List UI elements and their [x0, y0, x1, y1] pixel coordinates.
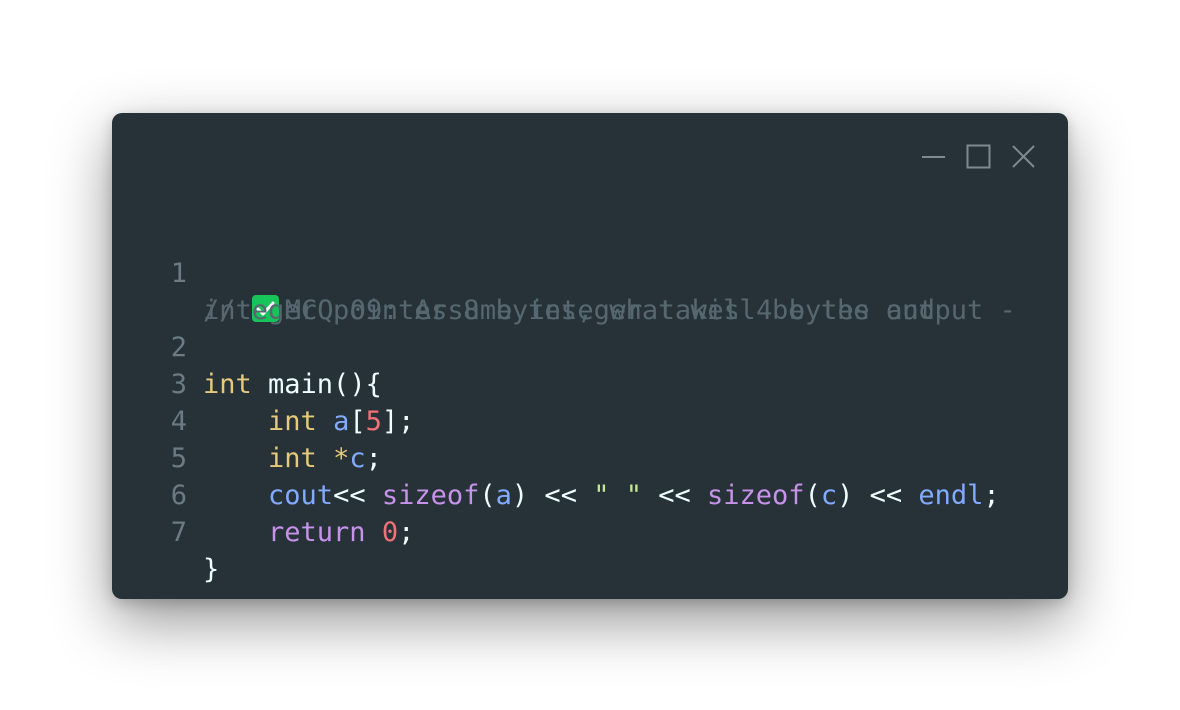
window-controls — [921, 144, 1036, 169]
keyword-int: int — [203, 369, 252, 400]
semicolon: ; — [983, 480, 1000, 511]
number-literal: 0 — [381, 517, 399, 548]
code-line-7: 7 } — [112, 477, 220, 585]
code-line-4: 4 int *c; — [112, 366, 382, 474]
number-literal: 5 — [365, 406, 382, 437]
pointer-star: * — [333, 443, 350, 474]
paren-open: ( — [804, 480, 821, 511]
code-line-1: 1 // MCQ 09: Assume integer takes 4 byte… — [112, 218, 935, 326]
paren-close-operator: ) << — [511, 480, 594, 511]
paren-open: ( — [479, 480, 496, 511]
cout-identifier: cout — [268, 480, 334, 511]
closing-brace: } — [203, 554, 220, 585]
return-keyword: return — [268, 517, 366, 548]
code-line-1-wrap: integer pointer 8 bytes, what will be th… — [112, 255, 1016, 326]
keyword-int: int — [268, 406, 317, 437]
string-literal: " " — [593, 480, 642, 511]
sizeof-keyword: sizeof — [707, 480, 805, 511]
endl-identifier: endl — [918, 480, 984, 511]
variable-a: a — [333, 406, 350, 437]
code-line-3: 3 int a[5]; — [112, 329, 415, 437]
comment-wrap-text: integer pointer 8 bytes, what will be th… — [203, 295, 1016, 326]
stream-operator: << — [333, 480, 382, 511]
stream-operator: << — [641, 480, 708, 511]
sizeof-keyword: sizeof — [381, 480, 480, 511]
keyword-int: int — [268, 443, 317, 474]
semicolon: ; — [365, 443, 382, 474]
variable-c: c — [820, 480, 838, 511]
line-number: 7 — [170, 517, 187, 548]
maximize-icon[interactable] — [966, 144, 991, 169]
bracket-open: [ — [349, 406, 366, 437]
variable-a: a — [495, 480, 512, 511]
code-editor[interactable]: 1 // MCQ 09: Assume integer takes 4 byte… — [112, 218, 1016, 585]
variable-c: c — [349, 443, 366, 474]
minimize-icon[interactable] — [921, 144, 946, 169]
close-icon[interactable] — [1011, 144, 1036, 169]
paren-close-operator: ) << — [837, 480, 919, 511]
code-line-6: 6 return 0; — [112, 440, 415, 548]
code-line-2: 2 int main(){ — [112, 292, 382, 400]
code-window: 1 // MCQ 09: Assume integer takes 4 byte… — [112, 113, 1068, 599]
main-signature: main(){ — [251, 369, 382, 400]
semicolon: ; — [398, 517, 415, 548]
bracket-close: ]; — [381, 406, 415, 437]
code-line-5: 5 cout<< sizeof(a) << " " << sizeof(c) <… — [112, 403, 1000, 511]
